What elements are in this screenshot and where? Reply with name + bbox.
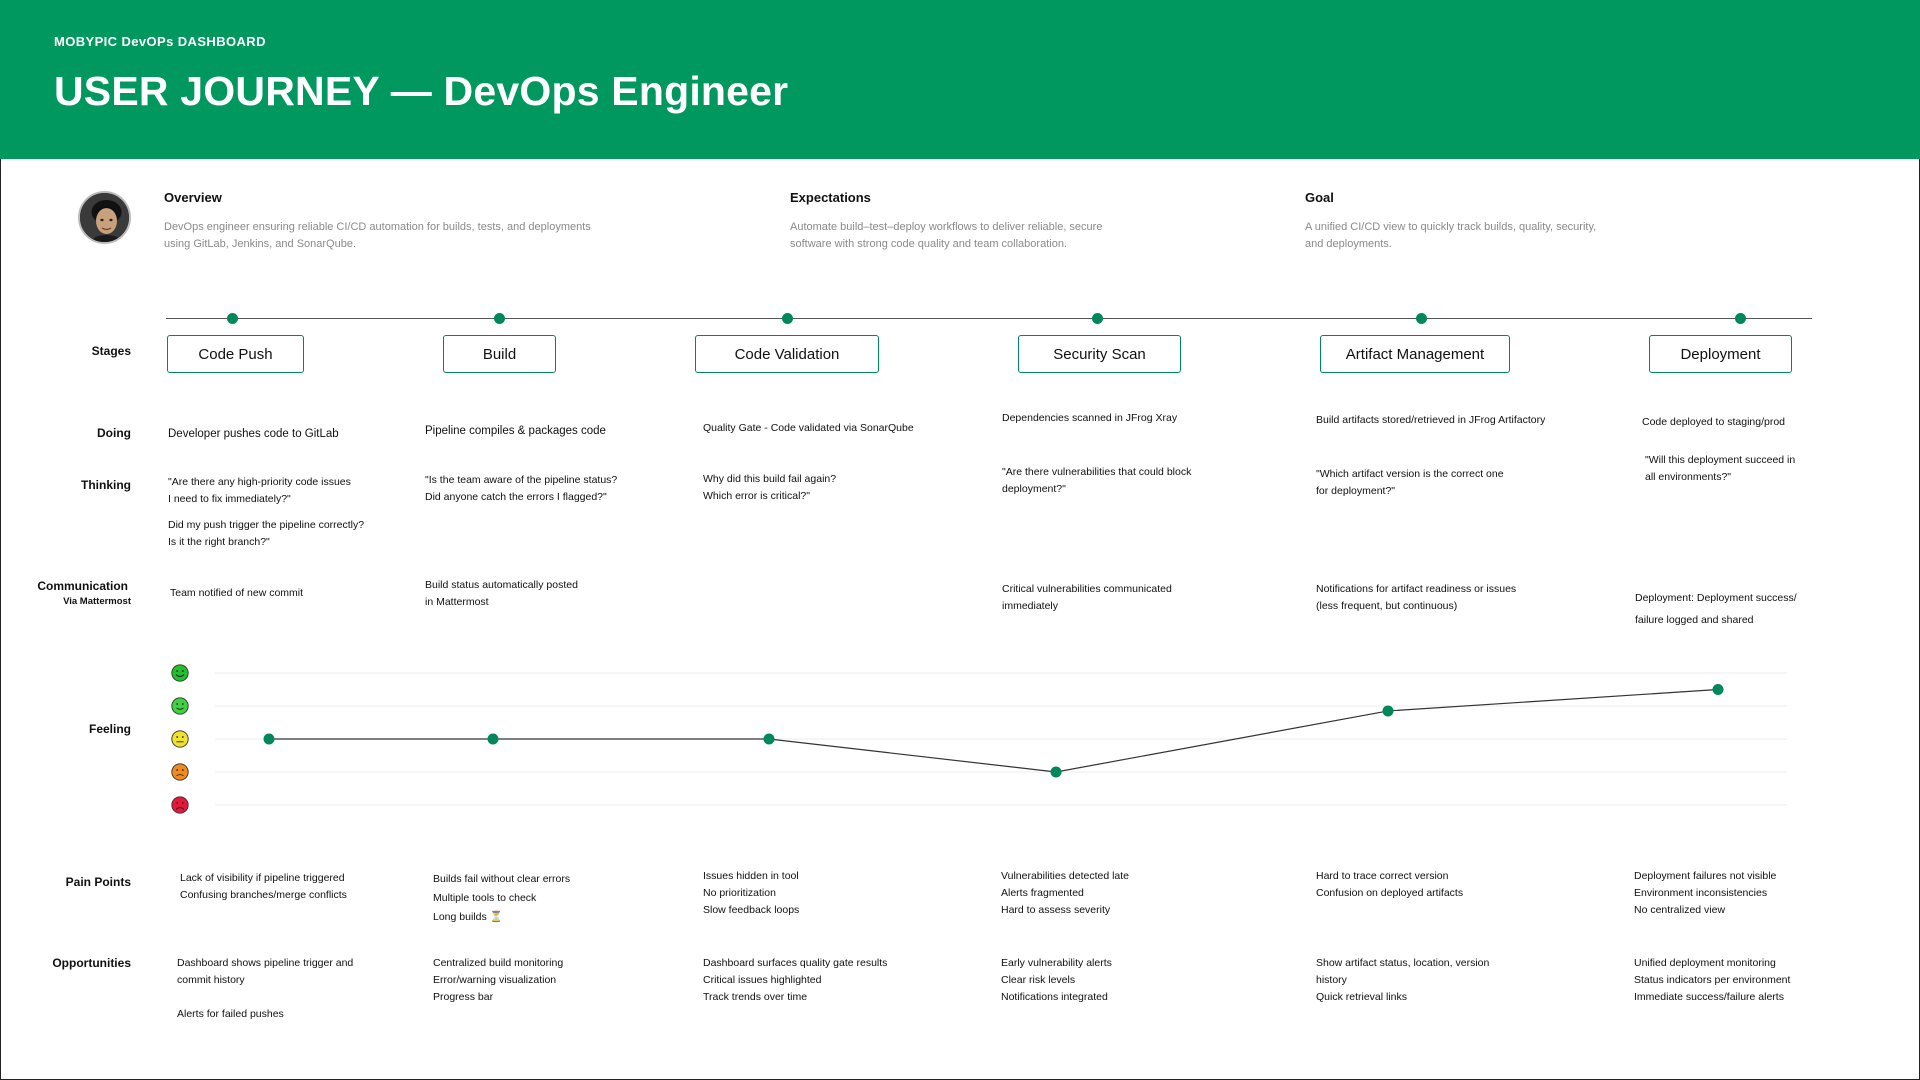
pain-points-code-validation: Issues hidden in tool No prioritization … bbox=[703, 868, 799, 919]
opportunities-security-scan: Early vulnerability alerts Clear risk le… bbox=[1001, 955, 1112, 1006]
pain-point-line: No centralized view bbox=[1634, 904, 1726, 916]
pain-point-line: Environment inconsistencies bbox=[1634, 887, 1768, 899]
pain-point-line: Confusing branches/merge conflicts bbox=[180, 889, 347, 901]
pain-point-line: Issues hidden in tool bbox=[703, 870, 799, 882]
pain-point-line: Lack of visibility if pipeline triggered bbox=[180, 872, 345, 884]
opportunity-line: Alerts for failed pushes bbox=[177, 1008, 284, 1020]
opportunity-line: Unified deployment monitoring bbox=[1634, 957, 1776, 969]
pain-point-line: No prioritization bbox=[703, 887, 776, 899]
pain-point-line: Slow feedback loops bbox=[703, 904, 800, 916]
pain-points-artifact-management: Hard to trace correct version Confusion … bbox=[1316, 868, 1463, 902]
opportunities-code-validation: Dashboard surfaces quality gate results … bbox=[703, 955, 887, 1006]
very-sad-face-icon bbox=[171, 796, 189, 814]
feeling-point bbox=[1712, 684, 1724, 695]
opportunity-line: history bbox=[1316, 974, 1347, 986]
pain-point-line: Vulnerabilities detected late bbox=[1001, 870, 1130, 882]
happy-face-icon bbox=[171, 697, 189, 715]
pain-points-deployment: Deployment failures not visible Environm… bbox=[1634, 868, 1776, 919]
opportunity-line: commit history bbox=[177, 974, 245, 986]
opportunity-line: Status indicators per environment bbox=[1634, 974, 1791, 986]
opportunity-line: Progress bar bbox=[433, 991, 494, 1003]
feeling-points bbox=[263, 684, 1724, 778]
pain-points-build: Builds fail without clear errors Multipl… bbox=[433, 870, 570, 927]
pain-point-line: Hard to trace correct version bbox=[1316, 870, 1449, 882]
very-happy-face-icon bbox=[171, 664, 189, 682]
opportunity-line: Track trends over time bbox=[703, 991, 808, 1003]
opportunity-line: Show artifact status, location, version bbox=[1316, 957, 1490, 969]
feeling-point bbox=[1050, 766, 1062, 778]
opportunity-line: Centralized build monitoring bbox=[433, 957, 564, 969]
opportunity-spacer bbox=[177, 989, 353, 1006]
feeling-point bbox=[263, 733, 275, 745]
opportunity-line: Critical issues highlighted bbox=[703, 974, 822, 986]
feeling-point bbox=[487, 733, 499, 745]
opportunity-line: Immediate success/failure alerts bbox=[1634, 991, 1784, 1003]
opportunities-code-push: Dashboard shows pipeline trigger and com… bbox=[177, 955, 353, 1023]
opportunities-deployment: Unified deployment monitoring Status ind… bbox=[1634, 955, 1790, 1006]
sad-face-icon bbox=[171, 763, 189, 781]
pain-point-line: Builds fail without clear errors bbox=[433, 873, 571, 885]
opportunities-build: Centralized build monitoring Error/warni… bbox=[433, 955, 563, 1006]
opportunity-line: Dashboard surfaces quality gate results bbox=[703, 957, 888, 969]
pain-points-security-scan: Vulnerabilities detected late Alerts fra… bbox=[1001, 868, 1129, 919]
neutral-face-icon bbox=[171, 730, 189, 748]
opportunities-artifact-management: Show artifact status, location, version … bbox=[1316, 955, 1489, 1006]
pain-point-line: Deployment failures not visible bbox=[1634, 870, 1777, 882]
opportunity-line: Notifications integrated bbox=[1001, 991, 1108, 1003]
feeling-point bbox=[763, 733, 775, 745]
opportunity-line: Early vulnerability alerts bbox=[1001, 957, 1112, 969]
pain-point-line: Long builds ⏳ bbox=[433, 911, 503, 923]
opportunity-line: Dashboard shows pipeline trigger and bbox=[177, 957, 354, 969]
feeling-point bbox=[1382, 705, 1394, 717]
opportunity-line: Error/warning visualization bbox=[433, 974, 557, 986]
pain-points-code-push: Lack of visibility if pipeline triggered… bbox=[180, 870, 347, 904]
feeling-chart bbox=[215, 672, 1787, 806]
feeling-curve bbox=[269, 688, 1719, 773]
pain-point-line: Multiple tools to check bbox=[433, 892, 537, 904]
pain-point-line: Alerts fragmented bbox=[1001, 887, 1084, 899]
pain-point-line: Confusion on deployed artifacts bbox=[1316, 887, 1464, 899]
opportunity-line: Clear risk levels bbox=[1001, 974, 1076, 986]
pain-point-line: Hard to assess severity bbox=[1001, 904, 1111, 916]
opportunity-line: Quick retrieval links bbox=[1316, 991, 1408, 1003]
